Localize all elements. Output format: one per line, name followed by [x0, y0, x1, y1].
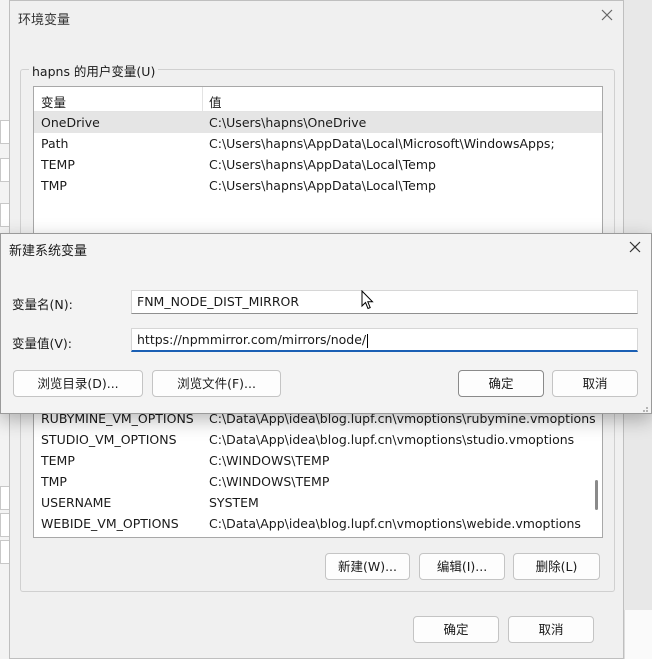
- user-variables-list[interactable]: 变量 值 OneDrive C:\Users\hapns\OneDrive Pa…: [33, 86, 603, 248]
- list-item[interactable]: TMP C:\Users\hapns\AppData\Local\Temp: [34, 175, 602, 196]
- ok-button[interactable]: 确定: [413, 616, 499, 643]
- browse-directory-button[interactable]: 浏览目录(D)...: [13, 370, 143, 397]
- var-value: C:\Users\hapns\AppData\Local\Temp: [209, 157, 436, 172]
- var-value: C:\Data\App\idea\blog.lupf.cn\vmoptions\…: [209, 516, 581, 531]
- var-name: TMP: [41, 178, 67, 193]
- dialog-title: 新建系统变量: [9, 244, 88, 259]
- var-name: TMP: [41, 474, 67, 489]
- dialog-title: 环境变量: [18, 13, 71, 28]
- variable-value-text: https://npmmirror.com/mirrors/node/: [137, 332, 367, 347]
- column-header-name[interactable]: 变量: [41, 92, 66, 111]
- new-system-variable-dialog: 新建系统变量 变量名(N): FNM_NODE_DIST_MIRROR 变量值(…: [0, 233, 652, 414]
- close-icon[interactable]: [629, 239, 641, 257]
- var-name: TEMP: [41, 157, 75, 172]
- var-name: Path: [41, 136, 69, 151]
- edit-system-var-button[interactable]: 编辑(I)...: [419, 553, 505, 580]
- mouse-cursor-icon: [361, 289, 375, 313]
- var-value: C:\Users\hapns\AppData\Local\Temp: [209, 178, 436, 193]
- list-item[interactable]: WEBIDE_VM_OPTIONS C:\Data\App\idea\blog.…: [34, 513, 602, 534]
- delete-system-var-button[interactable]: 删除(L): [513, 553, 600, 580]
- list-item[interactable]: OneDrive C:\Users\hapns\OneDrive: [34, 112, 602, 133]
- list-item[interactable]: TEMP C:\WINDOWS\TEMP: [34, 450, 602, 471]
- variable-value-input[interactable]: https://npmmirror.com/mirrors/node/: [131, 328, 638, 352]
- list-header: 变量 值: [34, 87, 602, 112]
- variable-name-label: 变量名(N):: [12, 297, 73, 312]
- list-item[interactable]: USERNAME SYSTEM: [34, 492, 602, 513]
- list-item[interactable]: TEMP C:\Users\hapns\AppData\Local\Temp: [34, 154, 602, 175]
- var-value: C:\Users\hapns\AppData\Local\Microsoft\W…: [209, 136, 555, 151]
- var-name: OneDrive: [41, 115, 100, 130]
- ok-button[interactable]: 确定: [458, 370, 544, 397]
- var-value: C:\WINDOWS\TEMP: [209, 474, 330, 489]
- var-value: C:\Users\hapns\OneDrive: [209, 115, 367, 130]
- variable-name-input[interactable]: FNM_NODE_DIST_MIRROR: [131, 290, 638, 314]
- cancel-button[interactable]: 取消: [508, 616, 594, 643]
- var-name: STUDIO_VM_OPTIONS: [41, 432, 177, 447]
- cancel-button[interactable]: 取消: [552, 370, 638, 397]
- list-item[interactable]: STUDIO_VM_OPTIONS C:\Data\App\idea\blog.…: [34, 429, 602, 450]
- background-window-right: [624, 610, 652, 659]
- var-value: C:\Data\App\idea\blog.lupf.cn\vmoptions\…: [209, 432, 575, 447]
- variable-value-label: 变量值(V):: [12, 336, 73, 351]
- list-item[interactable]: Path C:\Users\hapns\AppData\Local\Micros…: [34, 133, 602, 154]
- column-header-value[interactable]: 值: [209, 92, 222, 111]
- variable-name-text: FNM_NODE_DIST_MIRROR: [137, 294, 300, 309]
- text-caret: [367, 333, 369, 348]
- close-icon[interactable]: [599, 8, 615, 24]
- var-name: WEBIDE_VM_OPTIONS: [41, 516, 179, 531]
- new-system-var-button[interactable]: 新建(W)...: [325, 553, 410, 580]
- var-name: USERNAME: [41, 495, 112, 510]
- resize-grip-icon[interactable]: [639, 401, 649, 412]
- var-value: SYSTEM: [209, 495, 259, 510]
- var-name: TEMP: [41, 453, 75, 468]
- user-variables-label: hapns 的用户变量(U): [29, 61, 159, 80]
- var-value: C:\WINDOWS\TEMP: [209, 453, 330, 468]
- browse-file-button[interactable]: 浏览文件(F)...: [152, 370, 281, 397]
- scrollbar-thumb[interactable]: [595, 480, 598, 510]
- system-variables-list[interactable]: RUBYMINE_VM_OPTIONS C:\Data\App\idea\blo…: [33, 401, 603, 538]
- list-item[interactable]: TMP C:\WINDOWS\TEMP: [34, 471, 602, 492]
